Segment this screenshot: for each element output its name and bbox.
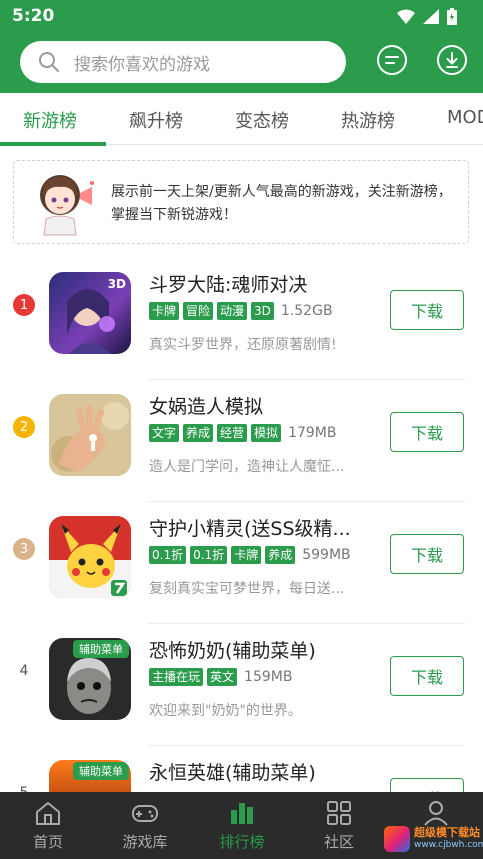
intro-text: 展示前一天上架/更新人气最高的新游戏，关注新游榜，掌握当下新锐游戏！	[111, 184, 452, 223]
game-tag: 主播在玩	[149, 668, 204, 686]
game-tag: 冒险	[183, 302, 214, 320]
nav-home[interactable]: 首页	[0, 792, 96, 859]
watermark-text: 超级模下载站 www.cjbwh.com	[414, 827, 483, 851]
game-icon[interactable]	[49, 516, 131, 598]
list-item[interactable]: 4 辅助菜单 恐怖奶奶(辅助菜单) 主播在玩 英文 159MB 欢迎来到"奶奶"…	[0, 624, 483, 746]
game-tag: 养成	[183, 424, 214, 442]
wifi-icon	[397, 9, 415, 24]
game-size: 599MB	[302, 547, 351, 563]
game-tag: 3D	[251, 302, 274, 320]
status-bar: 5:20	[0, 0, 483, 32]
rank-badge: 1	[13, 294, 35, 316]
list-item[interactable]: 2 女娲造人模拟 文字 养成 经营 模拟 179MB 造人是门学问，造神让人魔怔…	[0, 380, 483, 502]
rank-badge: 2	[13, 416, 35, 438]
gamepad-icon	[132, 805, 158, 822]
game-meta: 卡牌 冒险 动漫 3D 1.52GB	[149, 302, 333, 320]
tab-mod[interactable]: MOD	[447, 107, 483, 128]
game-size: 179MB	[288, 425, 337, 441]
profile-icon	[424, 801, 448, 826]
search-placeholder: 搜索你喜欢的游戏	[74, 54, 210, 75]
signal-icon	[423, 9, 439, 24]
community-icon	[327, 801, 351, 825]
ranking-tabs: 新游榜 飙升榜 变态榜 热游榜 MOD	[0, 93, 483, 145]
tab-modded[interactable]: 变态榜	[235, 107, 289, 133]
nav-community[interactable]: 社区	[291, 792, 387, 859]
game-meta: 0.1折 0.1折 卡牌 养成 599MB	[149, 546, 351, 564]
search-icon	[39, 52, 59, 72]
game-icon[interactable]: 辅助菜单	[49, 638, 131, 720]
tab-indicator	[0, 142, 106, 146]
list-item[interactable]: 1 3D 斗罗大陆:魂师对决 卡牌 冒险 动漫 3D 1.52GB 真实斗罗世界…	[0, 258, 483, 380]
status-time: 5:20	[12, 6, 55, 26]
game-tag: 卡牌	[231, 546, 262, 564]
watermark-badge: 超级模下载站 www.cjbwh.com	[384, 826, 483, 852]
search-input[interactable]: 搜索你喜欢的游戏	[20, 41, 346, 83]
game-description: 造人是门学问，造神让人魔怔...	[149, 459, 345, 475]
game-tag: 0.1折	[190, 546, 228, 564]
game-title[interactable]: 女娲造人模拟	[149, 392, 364, 419]
game-title[interactable]: 守护小精灵(送SS级精...	[149, 514, 364, 541]
message-icon	[385, 56, 399, 64]
ranking-icon	[231, 803, 253, 824]
game-tag: 卡牌	[149, 302, 180, 320]
status-icons	[397, 8, 457, 25]
game-size: 1.52GB	[280, 303, 333, 319]
game-description: 欢迎来到"奶奶"的世界。	[149, 703, 302, 719]
game-tag: 模拟	[251, 424, 282, 442]
download-button[interactable]: 下载	[390, 656, 464, 696]
game-icon[interactable]	[49, 394, 131, 476]
list-item[interactable]: 3 守护小精灵(送SS级精... 0.1折 0.1折 卡牌 养成 599MB 复…	[0, 502, 483, 624]
game-description: 真实斗罗世界，还原原著剧情!	[149, 337, 337, 353]
game-tag: 英文	[207, 668, 238, 686]
download-manager-button[interactable]	[437, 45, 467, 75]
nav-label: 社区	[323, 833, 354, 851]
game-tag: 经营	[217, 424, 248, 442]
watermark-cn: 超级模下载站	[414, 826, 480, 839]
nav-label: 游戏库	[122, 833, 168, 851]
tab-rising[interactable]: 飙升榜	[129, 107, 183, 133]
game-title[interactable]: 恐怖奶奶(辅助菜单)	[149, 636, 364, 663]
nav-ranking[interactable]: 排行榜	[194, 792, 290, 859]
nav-game-library[interactable]: 游戏库	[97, 792, 193, 859]
header-bar: 5:20 搜索你喜欢的游戏	[0, 0, 483, 93]
message-button[interactable]	[377, 45, 407, 75]
svg-text:辅助菜单: 辅助菜单	[79, 764, 123, 778]
mascot-avatar	[40, 175, 94, 236]
download-button[interactable]: 下载	[390, 412, 464, 452]
rank-badge: 3	[13, 538, 35, 560]
watermark-logo	[384, 826, 410, 852]
game-tag: 养成	[265, 546, 296, 564]
game-title[interactable]: 斗罗大陆:魂师对决	[149, 270, 364, 297]
download-button[interactable]: 下载	[390, 290, 464, 330]
battery-icon	[447, 8, 457, 25]
game-icon[interactable]: 3D	[49, 272, 131, 354]
svg-text:辅助菜单: 辅助菜单	[79, 642, 123, 656]
download-button[interactable]: 下载	[390, 534, 464, 574]
download-icon	[446, 52, 458, 68]
game-tag: 文字	[149, 424, 180, 442]
game-meta: 主播在玩 英文 159MB	[149, 668, 292, 686]
rank-number: 4	[19, 663, 29, 679]
nav-label: 排行榜	[219, 833, 265, 851]
game-meta: 文字 养成 经营 模拟 179MB	[149, 424, 336, 442]
tab-new-games[interactable]: 新游榜	[23, 107, 77, 133]
game-title[interactable]: 永恒英雄(辅助菜单)	[149, 758, 364, 785]
svg-text:3D: 3D	[108, 277, 126, 291]
tab-hot[interactable]: 热游榜	[341, 107, 395, 133]
nav-label: 首页	[32, 833, 63, 851]
game-size: 159MB	[244, 669, 293, 685]
home-icon	[36, 802, 60, 825]
game-tag: 动漫	[217, 302, 248, 320]
game-description: 复刻真实宝可梦世界，每日送...	[149, 581, 345, 597]
game-tag: 0.1折	[149, 546, 187, 564]
intro-banner: 展示前一天上架/更新人气最高的新游戏，关注新游榜，掌握当下新锐游戏！	[13, 160, 469, 244]
watermark-en: www.cjbwh.com	[414, 840, 483, 850]
